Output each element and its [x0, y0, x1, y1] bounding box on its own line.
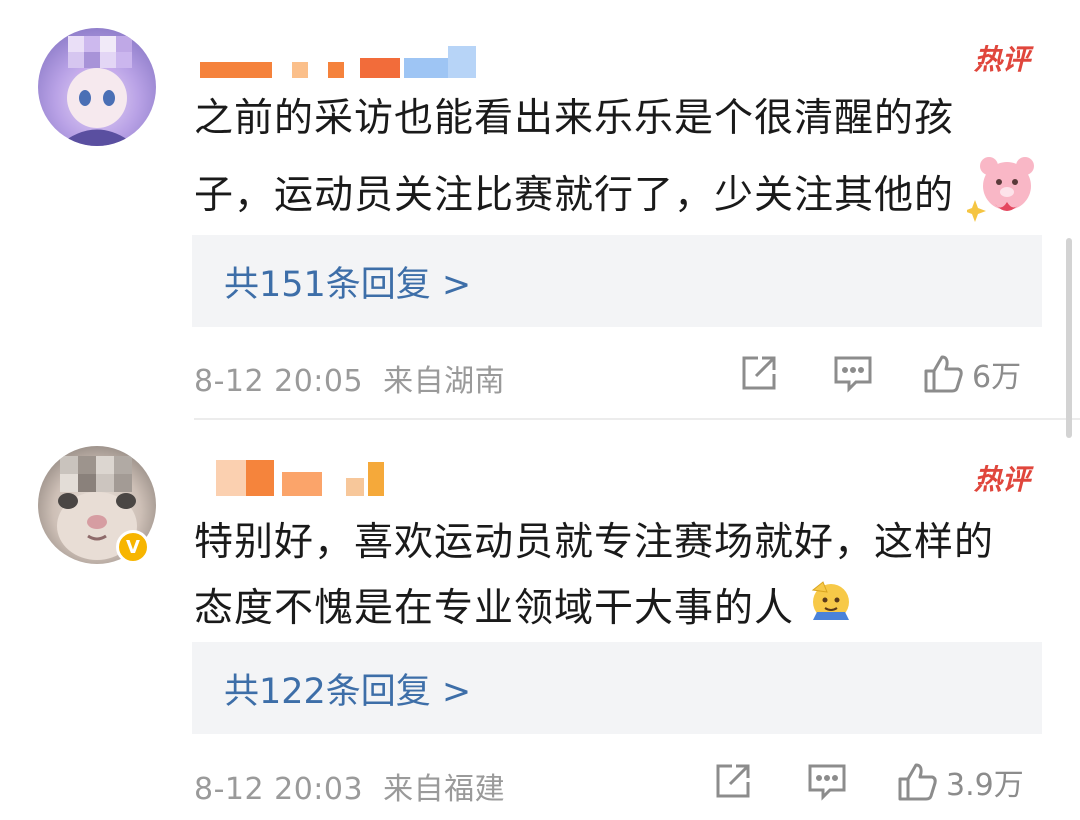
like-button[interactable]: 6万: [922, 352, 1021, 396]
comment-text: 之前的采访也能看出来乐乐是个很清醒的孩 子，运动员关注比赛就行了，少关注其他的: [194, 86, 1044, 243]
share-icon: [742, 356, 776, 390]
verified-badge-icon: V: [116, 530, 150, 564]
comment-time: 8-12 20:05: [194, 364, 364, 399]
like-count: 6万: [972, 360, 1022, 395]
share-button[interactable]: [712, 760, 754, 802]
comment-item-1: 热评 之前的采访也能看出来乐乐是个很清醒的孩 子，运动员关注比赛就行了，少关注其…: [0, 0, 1080, 420]
comment-icon: [834, 356, 872, 393]
comment-text-line: 子，运动员关注比赛就行了，少关注其他的: [194, 152, 1044, 243]
comment-meta: 8-12 20:03 来自福建: [194, 764, 505, 808]
comment-text-line: 态度不愧是在专业领域干大事的人: [194, 576, 1044, 645]
hot-comment-badge: 热评: [973, 463, 1030, 496]
share-icon: [716, 764, 750, 798]
comment-meta: 8-12 20:05 来自湖南: [194, 356, 505, 400]
hot-comment-badge: 热评: [973, 43, 1030, 76]
reply-comment-button[interactable]: [806, 760, 848, 802]
reply-comment-button[interactable]: [832, 352, 874, 394]
like-count: 3.9万: [946, 768, 1024, 803]
scrollbar[interactable]: [1066, 238, 1072, 438]
like-icon: [898, 763, 937, 801]
comment-text-line-content: 子，运动员关注比赛就行了，少关注其他的: [194, 173, 955, 218]
salute-emoji-icon: [807, 576, 855, 645]
username-masked-1[interactable]: [200, 40, 476, 78]
comment-time: 8-12 20:03: [194, 772, 364, 807]
comment-item-2: V 热评 特别好，喜欢运动员就专注赛场就好，这样的 态度不愧是在专业领域干大事的…: [0, 420, 1080, 820]
comment-text-line-content: 态度不愧是在专业领域干大事的人: [194, 586, 795, 631]
comment-text: 特别好，喜欢运动员就专注赛场就好，这样的 态度不愧是在专业领域干大事的人: [194, 510, 1044, 645]
pink-bear-sticker-icon: [964, 152, 1047, 243]
like-icon: [924, 355, 963, 393]
comment-text-line: 特别好，喜欢运动员就专注赛场就好，这样的: [194, 520, 995, 565]
avatar-user-1[interactable]: [38, 28, 156, 146]
comment-text-line: 之前的采访也能看出来乐乐是个很清醒的孩: [194, 96, 955, 141]
view-replies-button[interactable]: 共122条回复 >: [192, 642, 1042, 734]
view-replies-button[interactable]: 共151条回复 >: [192, 235, 1042, 327]
comment-location: 来自福建: [383, 772, 506, 807]
like-button[interactable]: 3.9万: [896, 760, 1024, 804]
share-button[interactable]: [738, 352, 780, 394]
comment-icon: [808, 764, 846, 801]
username-masked-2[interactable]: [216, 460, 384, 496]
comment-location: 来自湖南: [383, 364, 506, 399]
